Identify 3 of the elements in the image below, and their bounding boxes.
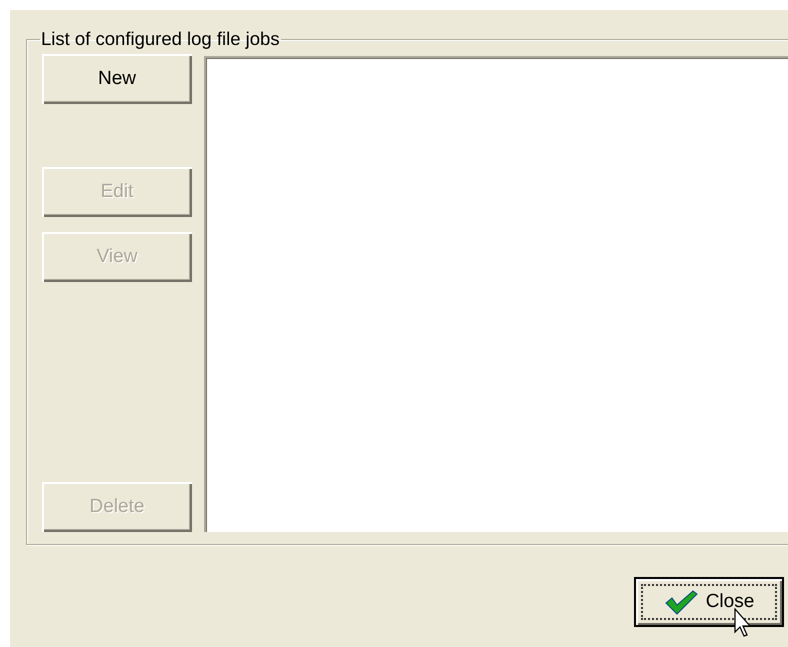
close-button[interactable]: Close [634,577,784,627]
action-button[interactable]: New [42,54,192,104]
group-title: List of configured log file jobs [40,28,281,50]
